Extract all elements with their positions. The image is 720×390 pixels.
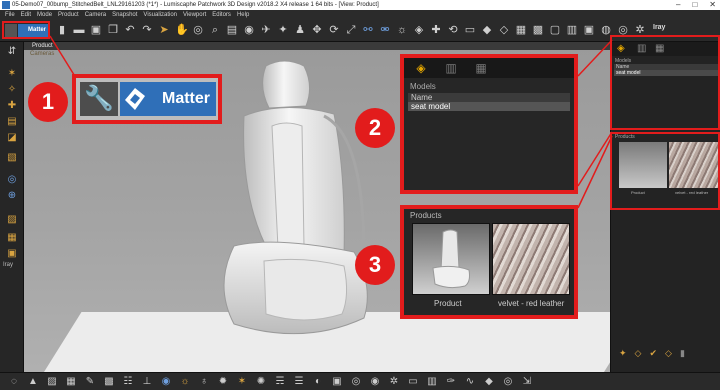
callout-models-label: Models [410, 82, 436, 91]
callout-products-label: Products [410, 211, 442, 220]
callout-models-panel: ◈ ▥ ▦ Models Name seat model [400, 54, 578, 194]
matter-large-label: Matter [161, 90, 210, 107]
callout-models-tabs: ◈ ▥ ▦ [404, 58, 574, 78]
callout-material-caption: velvet - red leather [498, 299, 565, 308]
callout-products-panel: Products Product velvet - red leather [400, 205, 578, 319]
callout-badge-2: 2 [355, 108, 395, 148]
callout-material-thumbnail [492, 223, 570, 295]
callout-name-header: Name [408, 93, 570, 102]
callout-product-thumbnail [412, 223, 490, 295]
callout-badge-3: 3 [355, 245, 395, 285]
library-tab-large-icon: ▥ [445, 61, 457, 75]
callout-model-row: seat model [408, 102, 570, 111]
matter-large-button: Matter [120, 82, 216, 116]
matter-logo-icon [125, 88, 145, 110]
materials-tab-large-icon: ▦ [475, 61, 487, 75]
callout-matter-toolbar: 🔧 Matter [72, 74, 222, 124]
models-tab-large-icon: ◈ [416, 61, 426, 75]
wrench-large-icon: 🔧 [80, 82, 118, 116]
seat-thumbnail-image [432, 229, 470, 289]
callout-product-caption: Product [434, 299, 462, 308]
callout-connector-lines [49, 35, 613, 209]
callout-badge-1: 1 [28, 82, 68, 122]
